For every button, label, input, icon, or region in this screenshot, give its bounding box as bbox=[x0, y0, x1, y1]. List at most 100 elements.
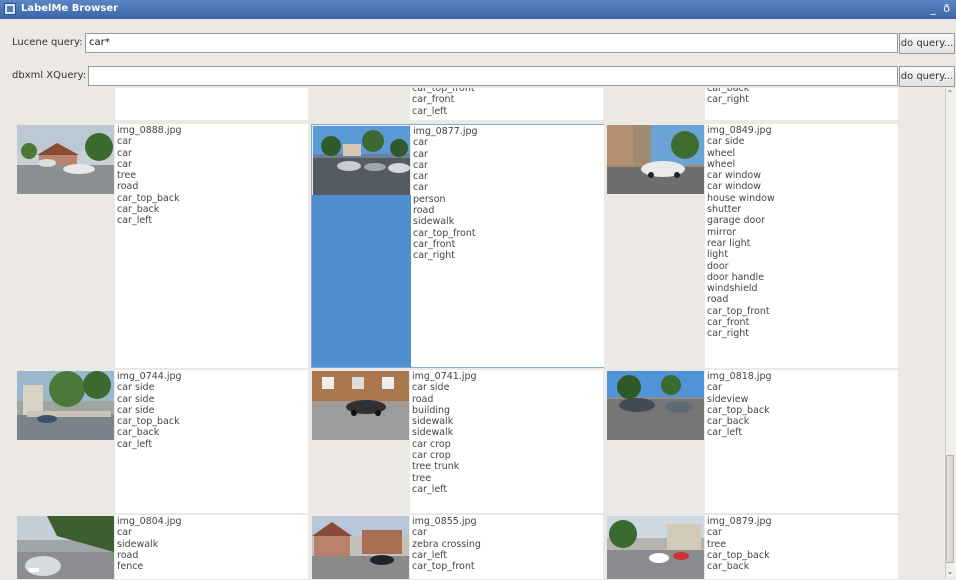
thumbnail-image[interactable] bbox=[17, 125, 114, 194]
lucene-query-input[interactable]: car* bbox=[85, 33, 898, 53]
result-cell[interactable]: car_back car_right bbox=[606, 88, 899, 156]
annotation-list: img_0877.jpg car car car car car person road sid… bbox=[411, 125, 604, 367]
lucene-do-query-button[interactable]: do query... bbox=[899, 33, 955, 54]
object-label: windshield bbox=[707, 283, 758, 295]
object-label: sideview bbox=[707, 393, 749, 405]
result-cell[interactable]: img_0744.jpg car side car side car side car_… bbox=[16, 370, 309, 513]
object-label: car_back bbox=[117, 427, 160, 439]
object-label: zebra crossing bbox=[412, 538, 481, 550]
object-label: car bbox=[413, 159, 428, 171]
object-label: car side bbox=[117, 404, 155, 416]
object-label: car_front bbox=[412, 94, 455, 106]
object-label: car crop bbox=[412, 438, 451, 450]
object-label: car_top_front bbox=[707, 305, 770, 317]
result-cell[interactable]: img_0818.jpg car sideview car_top_back car_b… bbox=[606, 370, 899, 513]
thumbnail-image[interactable] bbox=[607, 516, 704, 579]
xquery-input[interactable] bbox=[88, 66, 898, 86]
app-icon bbox=[4, 3, 16, 15]
thumbnail-image[interactable] bbox=[312, 371, 409, 440]
object-label: wheel bbox=[707, 158, 736, 170]
image-filename: img_0879.jpg bbox=[707, 516, 772, 527]
lucene-query-label: Lucene query: bbox=[12, 37, 83, 48]
annotation-list bbox=[115, 88, 308, 120]
object-label: car_left bbox=[412, 549, 448, 561]
thumbnail-image[interactable] bbox=[607, 125, 704, 194]
result-cell[interactable]: img_0877.jpg car car car car car person road sid… bbox=[311, 124, 604, 368]
title-bar: LabelMe Browser _ ð bbox=[0, 0, 956, 19]
xquery-label: dbxml XQuery: bbox=[12, 70, 87, 81]
result-cell[interactable]: car_top_front car_front car_left bbox=[311, 88, 604, 156]
object-label: car bbox=[117, 158, 132, 170]
thumbnail-image[interactable] bbox=[312, 516, 409, 579]
object-label: building bbox=[412, 404, 451, 416]
object-label: rear light bbox=[707, 237, 751, 249]
scrollbar-thumb[interactable] bbox=[946, 455, 954, 563]
xquery-do-query-button[interactable]: do query... bbox=[899, 66, 955, 87]
thumbnail-image[interactable] bbox=[313, 126, 410, 195]
annotation-list: img_0818.jpg car sideview car_top_back car_b… bbox=[705, 370, 898, 513]
annotation-list: car_back car_right bbox=[705, 88, 898, 120]
image-filename: img_0744.jpg bbox=[117, 371, 182, 382]
result-cell[interactable] bbox=[16, 88, 309, 156]
image-filename: img_0877.jpg bbox=[413, 126, 478, 137]
object-label: car_back bbox=[707, 561, 750, 573]
object-label: road bbox=[117, 549, 139, 561]
object-label: car window bbox=[707, 181, 762, 193]
object-label: car_right bbox=[413, 250, 456, 262]
image-filename: img_0741.jpg bbox=[412, 371, 477, 382]
thumbnail-image[interactable] bbox=[607, 371, 704, 440]
result-cell[interactable]: img_0879.jpg car tree car_top_back car_back bbox=[606, 515, 899, 579]
object-label: tree bbox=[707, 538, 727, 550]
object-label: person bbox=[413, 193, 446, 205]
object-label: door bbox=[707, 260, 729, 272]
object-label: sidewalk bbox=[117, 538, 159, 550]
object-label: mirror bbox=[707, 226, 737, 238]
object-label: car bbox=[707, 382, 722, 394]
object-label: car bbox=[117, 136, 132, 148]
annotation-list: img_0879.jpg car tree car_top_back car_back bbox=[705, 515, 898, 579]
object-label: car bbox=[413, 137, 428, 149]
thumbnail-image[interactable] bbox=[17, 371, 114, 440]
scroll-down-arrow-icon[interactable]: ⌄ bbox=[945, 566, 955, 578]
object-label: car_left bbox=[412, 483, 448, 495]
window-controls[interactable]: _ ð bbox=[930, 2, 952, 15]
thumbnail-image[interactable] bbox=[17, 516, 114, 579]
annotation-list: car_top_front car_front car_left bbox=[410, 88, 603, 120]
object-label: car_top_back bbox=[117, 192, 180, 204]
object-label: car bbox=[412, 527, 427, 539]
object-label: car_back bbox=[707, 416, 750, 428]
scroll-up-arrow-icon[interactable]: ⌃ bbox=[945, 88, 955, 100]
selection-highlight bbox=[312, 195, 411, 367]
object-label: tree bbox=[412, 472, 432, 484]
object-label: car crop bbox=[412, 450, 451, 462]
object-label: sidewalk bbox=[412, 416, 454, 428]
object-label: garage door bbox=[707, 215, 766, 227]
object-label: shutter bbox=[707, 204, 742, 216]
image-filename: img_0855.jpg bbox=[412, 516, 477, 527]
result-cell[interactable]: img_0888.jpg car car car tree road car_top_bac… bbox=[16, 124, 309, 368]
object-label: car_top_front bbox=[413, 227, 476, 239]
object-label: road bbox=[707, 294, 729, 306]
object-label: car_left bbox=[412, 105, 448, 117]
image-filename: img_0849.jpg bbox=[707, 125, 772, 136]
object-label: road bbox=[413, 205, 435, 217]
object-label: car bbox=[117, 147, 132, 159]
object-label: car side bbox=[117, 382, 155, 394]
object-label: car side bbox=[412, 382, 450, 394]
object-label: car_back bbox=[117, 204, 160, 216]
object-label: car_right bbox=[707, 94, 750, 106]
object-label: car side bbox=[707, 136, 745, 148]
annotation-list: img_0804.jpg car sidewalk road fence bbox=[115, 515, 308, 579]
annotation-list: img_0741.jpg car side road building sidewalk… bbox=[410, 370, 603, 513]
result-cell[interactable]: img_0804.jpg car sidewalk road fence bbox=[16, 515, 309, 579]
image-filename: img_0804.jpg bbox=[117, 516, 182, 527]
result-cell[interactable]: img_0849.jpg car side wheel wheel car window… bbox=[606, 124, 899, 368]
result-cell[interactable]: img_0741.jpg car side road building sidewalk… bbox=[311, 370, 604, 513]
annotation-list: img_0744.jpg car side car side car side car_… bbox=[115, 370, 308, 513]
object-label: car_top_back bbox=[117, 416, 180, 428]
window-title: LabelMe Browser bbox=[21, 3, 119, 14]
object-label: road bbox=[412, 393, 434, 405]
object-label: fence bbox=[117, 561, 144, 573]
object-label: sidewalk bbox=[412, 427, 454, 439]
result-cell[interactable]: img_0855.jpg car zebra crossing car_left car… bbox=[311, 515, 604, 579]
